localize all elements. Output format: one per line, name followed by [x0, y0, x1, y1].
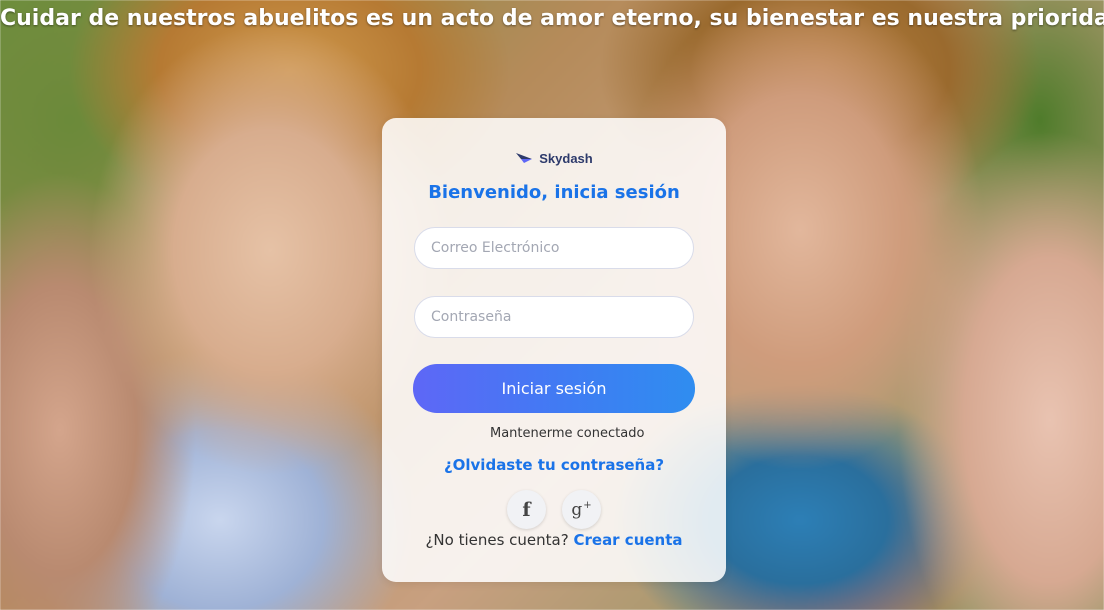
facebook-login-button[interactable]: f	[507, 490, 546, 529]
login-button[interactable]: Iniciar sesión	[413, 364, 695, 413]
paper-plane-icon	[515, 149, 533, 168]
signup-prompt: ¿No tienes cuenta? Crear cuenta	[382, 531, 726, 549]
google-plus-icon: g+	[571, 500, 591, 520]
remember-me-label: Mantenerme conectado	[490, 426, 645, 441]
login-title: Bienvenido, inicia sesión	[428, 182, 680, 203]
facebook-icon: f	[522, 498, 531, 521]
password-input[interactable]	[414, 296, 694, 338]
remember-me-option[interactable]: Mantenerme conectado	[490, 426, 644, 441]
google-plus-login-button[interactable]: g+	[562, 490, 601, 529]
brand-name: Skydash	[539, 151, 593, 166]
page-headline: Cuidar de nuestros abuelitos es un acto …	[0, 6, 1104, 31]
google-plus-letter: g	[571, 499, 583, 520]
forgot-password-link[interactable]: ¿Olvidaste tu contraseña?	[382, 456, 726, 474]
social-login-buttons: f g+	[382, 490, 726, 529]
signup-prompt-text: ¿No tienes cuenta?	[425, 531, 569, 549]
login-card: Skydash Bienvenido, inicia sesión Inicia…	[382, 118, 726, 582]
google-plus-sign: +	[583, 499, 592, 511]
create-account-link[interactable]: Crear cuenta	[573, 531, 682, 549]
brand-logo: Skydash	[382, 149, 726, 168]
email-input[interactable]	[414, 227, 694, 269]
